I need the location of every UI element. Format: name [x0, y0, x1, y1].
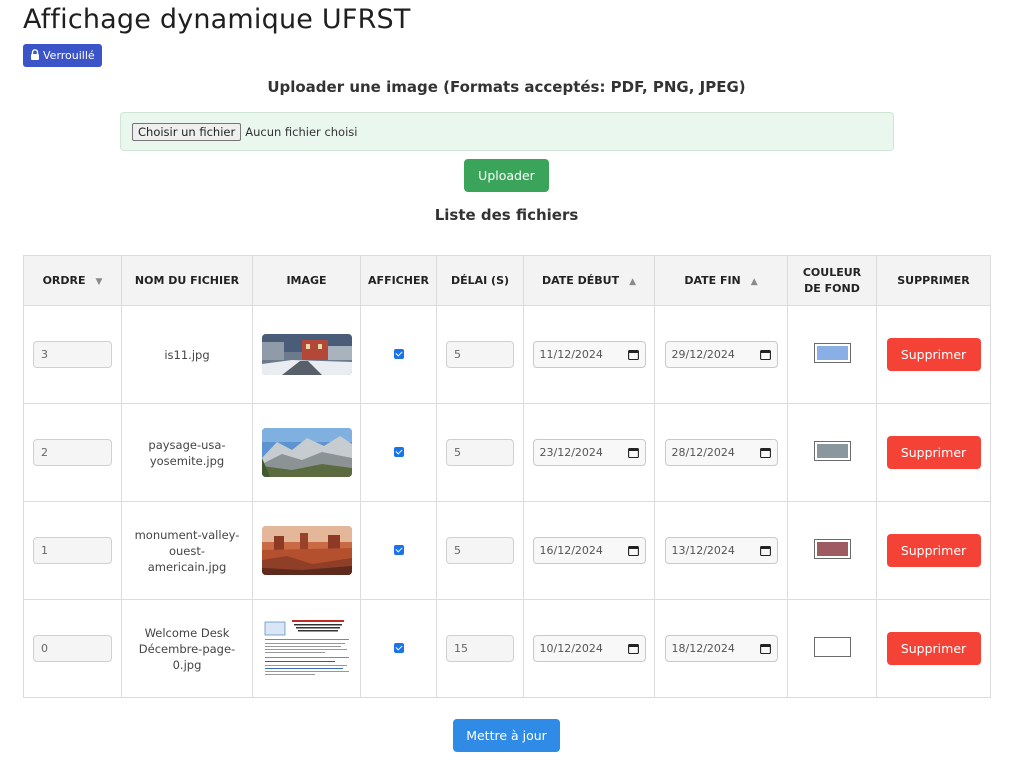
order-input[interactable]: [33, 341, 112, 368]
sort-asc-icon: ▲: [629, 277, 637, 287]
thumbnail-image: [261, 334, 352, 375]
lock-status-badge[interactable]: Verrouillé: [23, 44, 102, 67]
file-picker: Choisir un fichier Aucun fichier choisi: [120, 112, 894, 151]
show-checkbox[interactable]: [393, 642, 404, 653]
table-row: is11.jpg 11/12/2024 29/12/2024: [23, 305, 991, 404]
header-show: AFFICHER: [360, 255, 437, 306]
order-input[interactable]: [33, 537, 112, 564]
file-list-title: Liste des fichiers: [434, 206, 579, 224]
calendar-icon: [627, 447, 639, 458]
end-date-input[interactable]: 18/12/2024: [664, 635, 778, 662]
delay-input[interactable]: [446, 635, 514, 662]
header-delay: DÉLAI (S): [436, 255, 524, 306]
end-date-input[interactable]: 13/12/2024: [664, 537, 778, 564]
start-date-input[interactable]: 11/12/2024: [532, 341, 646, 368]
sort-asc-icon: ▲: [750, 277, 758, 287]
bg-color-picker[interactable]: [813, 637, 851, 657]
delay-input[interactable]: [446, 537, 514, 564]
table-row: monument-valley-ouest-americain.jpg 16/1…: [23, 501, 991, 600]
table-row: Welcome DeskDécembre-page-0.jpg: [23, 599, 991, 698]
thumbnail-image: [261, 526, 352, 575]
upload-button[interactable]: Uploader: [464, 159, 549, 192]
start-date-input[interactable]: 16/12/2024: [532, 537, 646, 564]
thumbnail-image: [261, 428, 352, 477]
calendar-icon: [627, 643, 639, 654]
order-input[interactable]: [33, 439, 112, 466]
sort-desc-icon: ▼: [95, 277, 103, 287]
start-date-input[interactable]: 10/12/2024: [532, 635, 646, 662]
order-input[interactable]: [33, 635, 112, 662]
choose-file-button[interactable]: Choisir un fichier: [132, 122, 242, 141]
delay-input[interactable]: [446, 439, 514, 466]
calendar-icon: [759, 447, 771, 458]
update-button[interactable]: Mettre à jour: [453, 719, 560, 752]
bg-color-picker[interactable]: [813, 441, 851, 461]
show-checkbox[interactable]: [393, 348, 404, 359]
upload-title: Uploader une image (Formats acceptés: PD…: [267, 78, 746, 96]
page-title: Affichage dynamique UFRST: [23, 4, 411, 35]
show-checkbox[interactable]: [393, 544, 404, 555]
thumbnail-image: [261, 617, 352, 680]
delay-input[interactable]: [446, 341, 514, 368]
bg-color-picker[interactable]: [813, 343, 851, 363]
calendar-icon: [627, 349, 639, 360]
delete-button[interactable]: Supprimer: [886, 632, 981, 665]
filename: monument-valley-ouest-americain.jpg: [121, 501, 253, 600]
calendar-icon: [759, 643, 771, 654]
header-order[interactable]: ORDRE ▼: [23, 255, 122, 306]
file-status: Aucun fichier choisi: [245, 124, 358, 139]
delete-button[interactable]: Supprimer: [886, 436, 981, 469]
table-row: paysage-usa-yosemite.jpg 23/12/2024 28/1…: [23, 403, 991, 502]
header-start-date[interactable]: DATE DÉBUT ▲: [523, 255, 655, 306]
show-checkbox[interactable]: [393, 446, 404, 457]
header-end-date[interactable]: DATE FIN ▲: [654, 255, 788, 306]
lock-icon: [30, 48, 40, 63]
header-bg-color: COULEUR DE FOND: [787, 255, 877, 306]
files-table: ORDRE ▼ NOM DU FICHIER IMAGE AFFICHER DÉL…: [23, 255, 991, 698]
delete-button[interactable]: Supprimer: [886, 338, 981, 371]
delete-button[interactable]: Supprimer: [886, 534, 981, 567]
filename: paysage-usa-yosemite.jpg: [121, 403, 253, 502]
lock-status-label: Verrouillé: [43, 49, 95, 62]
header-delete: SUPPRIMER: [876, 255, 991, 306]
header-filename: NOM DU FICHIER: [121, 255, 253, 306]
bg-color-picker[interactable]: [813, 539, 851, 559]
header-image: IMAGE: [252, 255, 361, 306]
start-date-input[interactable]: 23/12/2024: [532, 439, 646, 466]
end-date-input[interactable]: 29/12/2024: [664, 341, 778, 368]
table-header-row: ORDRE ▼ NOM DU FICHIER IMAGE AFFICHER DÉL…: [23, 255, 991, 306]
filename: is11.jpg: [121, 305, 253, 404]
calendar-icon: [759, 349, 771, 360]
end-date-input[interactable]: 28/12/2024: [664, 439, 778, 466]
calendar-icon: [627, 545, 639, 556]
calendar-icon: [759, 545, 771, 556]
filename: Welcome Desk Décembre-page- 0.jpg: [121, 599, 253, 698]
